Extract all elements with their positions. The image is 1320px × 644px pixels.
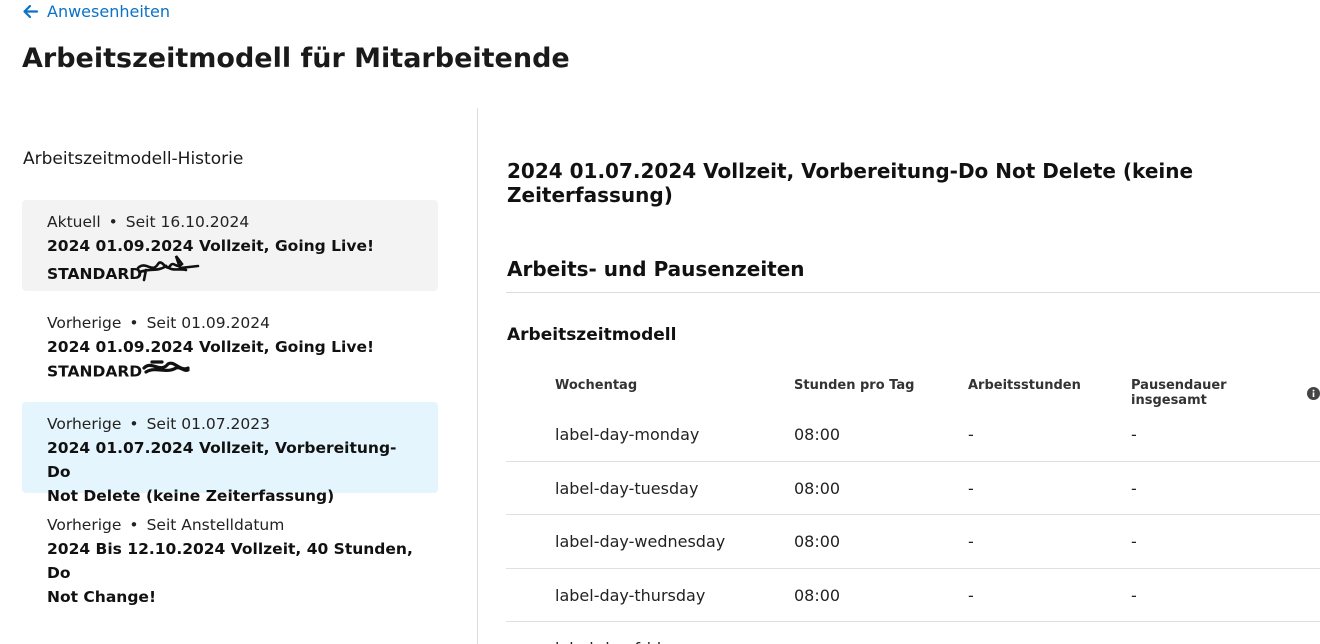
history-item-meta: Vorherige • Seit 01.07.2023 [47, 413, 414, 435]
page-title: Arbeitszeitmodell für Mitarbeitende [22, 43, 570, 74]
history-item-previous-3[interactable]: Vorherige • Seit Anstelldatum 2024 Bis 12.… [22, 503, 438, 606]
back-link[interactable]: Anwesenheiten [22, 2, 170, 21]
redaction-scribble [142, 359, 192, 385]
schedule-table: Wochentag Stunden pro Tag Arbeitsstunden… [506, 364, 1320, 644]
history-item-meta: Aktuell • Seit 16.10.2024 [47, 211, 414, 233]
cell-working-hours: - [968, 532, 974, 551]
history-item-status: Aktuell [47, 213, 101, 231]
history-item-title-line2: STANDARD [47, 265, 143, 283]
history-item-title-line2: Not Change! [47, 588, 157, 606]
history-panel: Arbeitszeitmodell-Historie Aktuell • Seit … [0, 108, 478, 644]
separator-dot: • [129, 516, 139, 534]
cell-working-hours: - [968, 478, 974, 498]
history-item-title: 2024 Bis 12.10.2024 Vollzeit, 40 Stunden… [47, 537, 414, 609]
page: Anwesenheiten Arbeitszeitmodell für Mita… [0, 0, 1320, 644]
column-header-pausendauer: Pausendauer insgesamt [1131, 378, 1320, 408]
section-heading: Arbeits- und Pausenzeiten [507, 257, 805, 281]
cell-working-hours: - [968, 425, 974, 444]
cell-break-duration: - [1131, 585, 1137, 605]
history-item-status: Vorherige [47, 516, 122, 534]
column-header-stunden-pro-tag: Stunden pro Tag [794, 378, 915, 393]
history-item-since: Seit 16.10.2024 [125, 213, 250, 231]
separator-dot: • [129, 415, 139, 433]
history-item-previous-1[interactable]: Vorherige • Seit 01.09.2024 2024 01.09.202… [22, 301, 438, 392]
history-item-title: 2024 01.07.2024 Vollzeit, Vorbereitung-D… [47, 436, 414, 508]
redaction-scribble [136, 255, 200, 291]
back-link-label[interactable]: Anwesenheiten [47, 2, 170, 21]
history-item-since: Seit Anstelldatum [146, 516, 285, 534]
cell-hours-per-day: 08:00 [794, 425, 841, 444]
history-item-meta: Vorherige • Seit 01.09.2024 [47, 312, 414, 334]
table-row: label-day-friday [506, 622, 1320, 644]
history-item-since: Seit 01.07.2023 [146, 415, 270, 433]
history-item-status: Vorherige [47, 314, 122, 332]
detail-panel: 2024 01.07.2024 Vollzeit, Vorbereitung-D… [479, 108, 1320, 644]
history-item-status: Vorherige [47, 415, 122, 433]
history-item-previous-2[interactable]: Vorherige • Seit 01.07.2023 2024 01.07.202… [22, 402, 438, 505]
table-row: label-day-thursday 08:00 - - [506, 569, 1320, 622]
model-title: 2024 01.07.2024 Vollzeit, Vorbereitung-D… [507, 159, 1194, 207]
cell-weekday: label-day-thursday [555, 585, 706, 605]
separator-dot: • [108, 213, 118, 231]
column-header-wochentag: Wochentag [555, 378, 638, 393]
arrow-left-icon [22, 3, 39, 20]
sub-heading: Arbeitszeitmodell [507, 325, 677, 345]
history-item-title-line1: 2024 Bis 12.10.2024 Vollzeit, 40 Stunden… [47, 540, 413, 582]
history-item-title-line1: 2024 01.09.2024 Vollzeit, Going Live! [47, 237, 375, 255]
history-item-current[interactable]: Aktuell • Seit 16.10.2024 2024 01.09.2024 … [22, 200, 438, 291]
cell-break-duration: - [1131, 532, 1137, 551]
cell-weekday: label-day-tuesday [555, 478, 699, 498]
history-item-title-line2: STANDARD [47, 362, 143, 381]
history-item-title: 2024 01.09.2024 Vollzeit, Going Live! ST… [47, 335, 414, 385]
history-item-title: 2024 01.09.2024 Vollzeit, Going Live! ST… [47, 234, 414, 291]
history-item-meta: Vorherige • Seit Anstelldatum [47, 514, 414, 536]
cell-hours-per-day: 08:00 [794, 585, 841, 605]
column-header-arbeitsstunden: Arbeitsstunden [968, 378, 1081, 393]
cell-working-hours: - [968, 585, 974, 605]
history-item-title-line1: 2024 01.09.2024 Vollzeit, Going Live! [47, 338, 375, 356]
cell-break-duration: - [1131, 425, 1137, 444]
table-header-row: Wochentag Stunden pro Tag Arbeitsstunden… [506, 364, 1320, 408]
history-heading: Arbeitszeitmodell-Historie [23, 149, 244, 169]
cell-hours-per-day: 08:00 [794, 478, 841, 498]
info-icon[interactable] [1307, 386, 1320, 400]
column-header-pausendauer-label: Pausendauer insgesamt [1131, 378, 1227, 408]
history-item-title-line1: 2024 01.07.2024 Vollzeit, Vorbereitung-D… [47, 439, 397, 481]
history-item-since: Seit 01.09.2024 [146, 314, 270, 332]
separator-dot: • [129, 314, 139, 332]
cell-weekday: label-day-monday [555, 425, 700, 444]
table-row: label-day-monday 08:00 - - [506, 408, 1320, 462]
cell-break-duration: - [1131, 478, 1137, 498]
cell-weekday: label-day-friday [555, 639, 680, 644]
table-row: label-day-tuesday 08:00 - - [506, 462, 1320, 515]
divider [506, 292, 1320, 293]
cell-weekday: label-day-wednesday [555, 532, 726, 551]
cell-hours-per-day: 08:00 [794, 532, 841, 551]
table-row: label-day-wednesday 08:00 - - [506, 515, 1320, 569]
